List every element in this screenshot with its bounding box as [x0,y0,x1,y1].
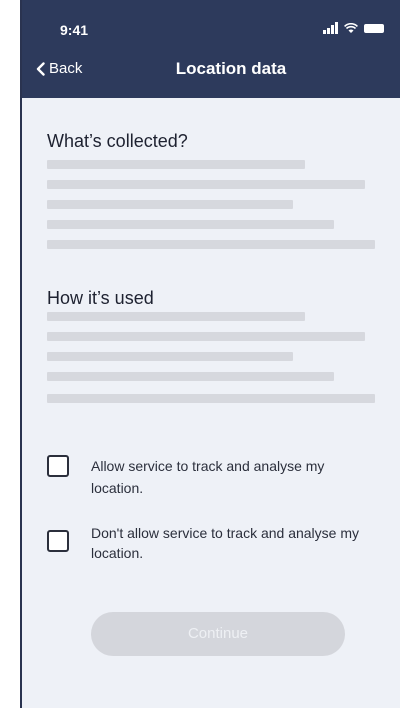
placeholder-line [47,220,334,229]
placeholder-line [47,332,365,341]
allow-label: Allow service to track and analyse my lo… [91,458,325,496]
placeholder-line [47,240,375,249]
phone-frame: 9:41 Back Location data What’s collected… [20,0,400,708]
placeholder-line [47,352,293,361]
placeholder-line [47,372,334,381]
placeholder-line [47,312,305,321]
placeholder-line [47,394,375,403]
content-area: What’s collected? How it’s used Allow se… [22,98,400,708]
continue-button[interactable]: Continue [91,612,345,656]
status-time: 9:41 [60,22,89,38]
option-deny-tracking[interactable]: Don't allow service to track and analyse… [47,523,377,563]
status-icons [323,22,384,34]
option-allow-tracking[interactable]: Allow service to track and analyse my lo… [47,455,377,499]
top-bar: 9:41 Back Location data [22,0,400,98]
battery-icon [364,23,384,33]
allow-checkbox[interactable] [47,455,69,477]
section-title-usage: How it’s used [47,288,154,308]
signal-icon [323,22,338,34]
deny-label: Don't allow service to track and analyse… [91,525,360,561]
section-title-collected: What’s collected? [47,131,188,151]
placeholder-line [47,180,365,189]
placeholder-line [47,200,293,209]
page-title: Location data [175,59,287,78]
placeholder-line [47,160,305,169]
deny-checkbox[interactable] [47,530,69,552]
wifi-icon [344,22,358,33]
